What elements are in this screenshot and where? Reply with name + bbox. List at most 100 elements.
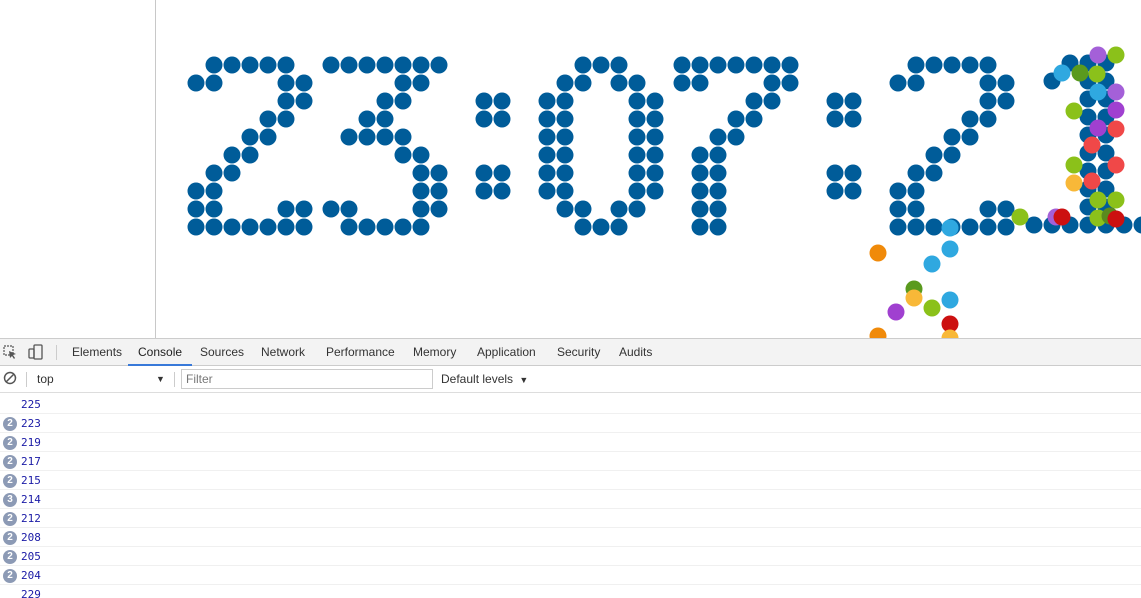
tab-sources[interactable]: Sources bbox=[200, 339, 244, 366]
clock-dot bbox=[538, 182, 556, 200]
clock-dot bbox=[646, 182, 664, 200]
console-message: 2 204 bbox=[0, 566, 1141, 585]
clock-dot bbox=[412, 56, 430, 74]
clock-dot bbox=[907, 74, 925, 92]
tab-memory[interactable]: Memory bbox=[413, 339, 456, 366]
tab-console[interactable]: Console bbox=[128, 339, 193, 366]
clock-dot bbox=[979, 200, 997, 218]
log-levels-label: Default levels bbox=[441, 372, 514, 386]
clock-dot bbox=[889, 182, 907, 200]
clock-dot bbox=[205, 200, 223, 218]
clock-dot bbox=[826, 182, 844, 200]
console-message: 229 bbox=[0, 585, 1141, 598]
falling-ball bbox=[1065, 102, 1083, 120]
console-message: 2 223 bbox=[0, 414, 1141, 433]
clock-dot bbox=[205, 74, 223, 92]
falling-ball bbox=[1089, 83, 1107, 101]
clock-dot bbox=[556, 74, 574, 92]
console-message-value: 212 bbox=[21, 512, 41, 525]
clock-dot bbox=[538, 92, 556, 110]
console-message: 2 215 bbox=[0, 471, 1141, 490]
clock-dot bbox=[979, 110, 997, 128]
tab-application[interactable]: Application bbox=[477, 339, 536, 366]
tab-security[interactable]: Security bbox=[557, 339, 600, 366]
falling-ball bbox=[1053, 64, 1071, 82]
clock-dot bbox=[322, 56, 340, 74]
clock-dot bbox=[322, 200, 340, 218]
clock-dot bbox=[943, 128, 961, 146]
clock-dot bbox=[277, 92, 295, 110]
clock-dot bbox=[592, 218, 610, 236]
clock-dot bbox=[844, 92, 862, 110]
clock-dot bbox=[709, 200, 727, 218]
clock-dot bbox=[709, 146, 727, 164]
dropdown-arrow-icon: ▼ bbox=[156, 374, 165, 384]
clock-dot bbox=[376, 56, 394, 74]
clock-dot bbox=[205, 164, 223, 182]
clock-dot bbox=[538, 146, 556, 164]
repeat-count-badge: 2 bbox=[3, 455, 17, 469]
dropdown-arrow-icon: ▼ bbox=[519, 375, 529, 385]
falling-ball bbox=[941, 240, 959, 258]
device-toolbar-icon[interactable] bbox=[28, 344, 44, 360]
clock-dot bbox=[538, 110, 556, 128]
toolbar-separator bbox=[56, 345, 57, 360]
clock-dot bbox=[412, 164, 430, 182]
clock-dot bbox=[295, 200, 313, 218]
clock-dot bbox=[907, 182, 925, 200]
falling-ball bbox=[1053, 208, 1071, 226]
clock-dot bbox=[574, 74, 592, 92]
clock-dot bbox=[259, 128, 277, 146]
falling-ball bbox=[1089, 46, 1107, 64]
console-message-value: 229 bbox=[21, 588, 41, 598]
filter-input[interactable] bbox=[181, 369, 433, 389]
clock-dot bbox=[997, 74, 1015, 92]
clock-dot bbox=[205, 56, 223, 74]
repeat-count-badge: 2 bbox=[3, 550, 17, 564]
clock-dot bbox=[556, 200, 574, 218]
clock-dot bbox=[538, 128, 556, 146]
clock-dot bbox=[628, 164, 646, 182]
falling-ball bbox=[1065, 174, 1083, 192]
devtools-panel: Elements Console Sources Network Performance… bbox=[0, 338, 1141, 598]
clock-dot bbox=[223, 146, 241, 164]
clock-dot bbox=[673, 74, 691, 92]
clock-dot bbox=[1133, 216, 1141, 234]
log-levels-dropdown[interactable]: Default levels ▼ bbox=[441, 369, 528, 389]
clock-dot bbox=[475, 92, 493, 110]
console-message-value: 223 bbox=[21, 417, 41, 430]
clock-dot bbox=[907, 200, 925, 218]
clock-dot bbox=[889, 218, 907, 236]
tab-elements[interactable]: Elements bbox=[72, 339, 122, 366]
clock-dot bbox=[691, 200, 709, 218]
page-viewport: 23:07:2 bbox=[0, 0, 1141, 338]
clock-dot bbox=[961, 110, 979, 128]
console-message-value: 225 bbox=[21, 398, 41, 411]
repeat-count-badge: 2 bbox=[3, 512, 17, 526]
tab-audits[interactable]: Audits bbox=[619, 339, 652, 366]
clock-dot bbox=[781, 56, 799, 74]
falling-ball bbox=[1089, 119, 1107, 137]
clock-dot bbox=[691, 146, 709, 164]
falling-ball bbox=[1088, 65, 1106, 83]
clock-dot bbox=[673, 56, 691, 74]
falling-ball bbox=[1071, 64, 1089, 82]
inspect-element-icon[interactable] bbox=[2, 344, 18, 360]
clock-dot bbox=[241, 128, 259, 146]
console-message-value: 215 bbox=[21, 474, 41, 487]
falling-ball bbox=[1083, 136, 1101, 154]
clock-dot bbox=[187, 218, 205, 236]
clock-dot bbox=[727, 128, 745, 146]
tab-performance[interactable]: Performance bbox=[326, 339, 395, 366]
console-message: 3 214 bbox=[0, 490, 1141, 509]
clock-dot bbox=[376, 128, 394, 146]
clear-console-icon[interactable] bbox=[3, 371, 17, 385]
tab-network[interactable]: Network bbox=[261, 339, 305, 366]
clock-dot bbox=[844, 164, 862, 182]
repeat-count-badge: 2 bbox=[3, 417, 17, 431]
context-select[interactable]: top ▼ bbox=[30, 369, 170, 389]
clock-dot bbox=[187, 200, 205, 218]
clock-dot bbox=[691, 56, 709, 74]
clock-dot bbox=[925, 218, 943, 236]
clock-dot bbox=[610, 56, 628, 74]
